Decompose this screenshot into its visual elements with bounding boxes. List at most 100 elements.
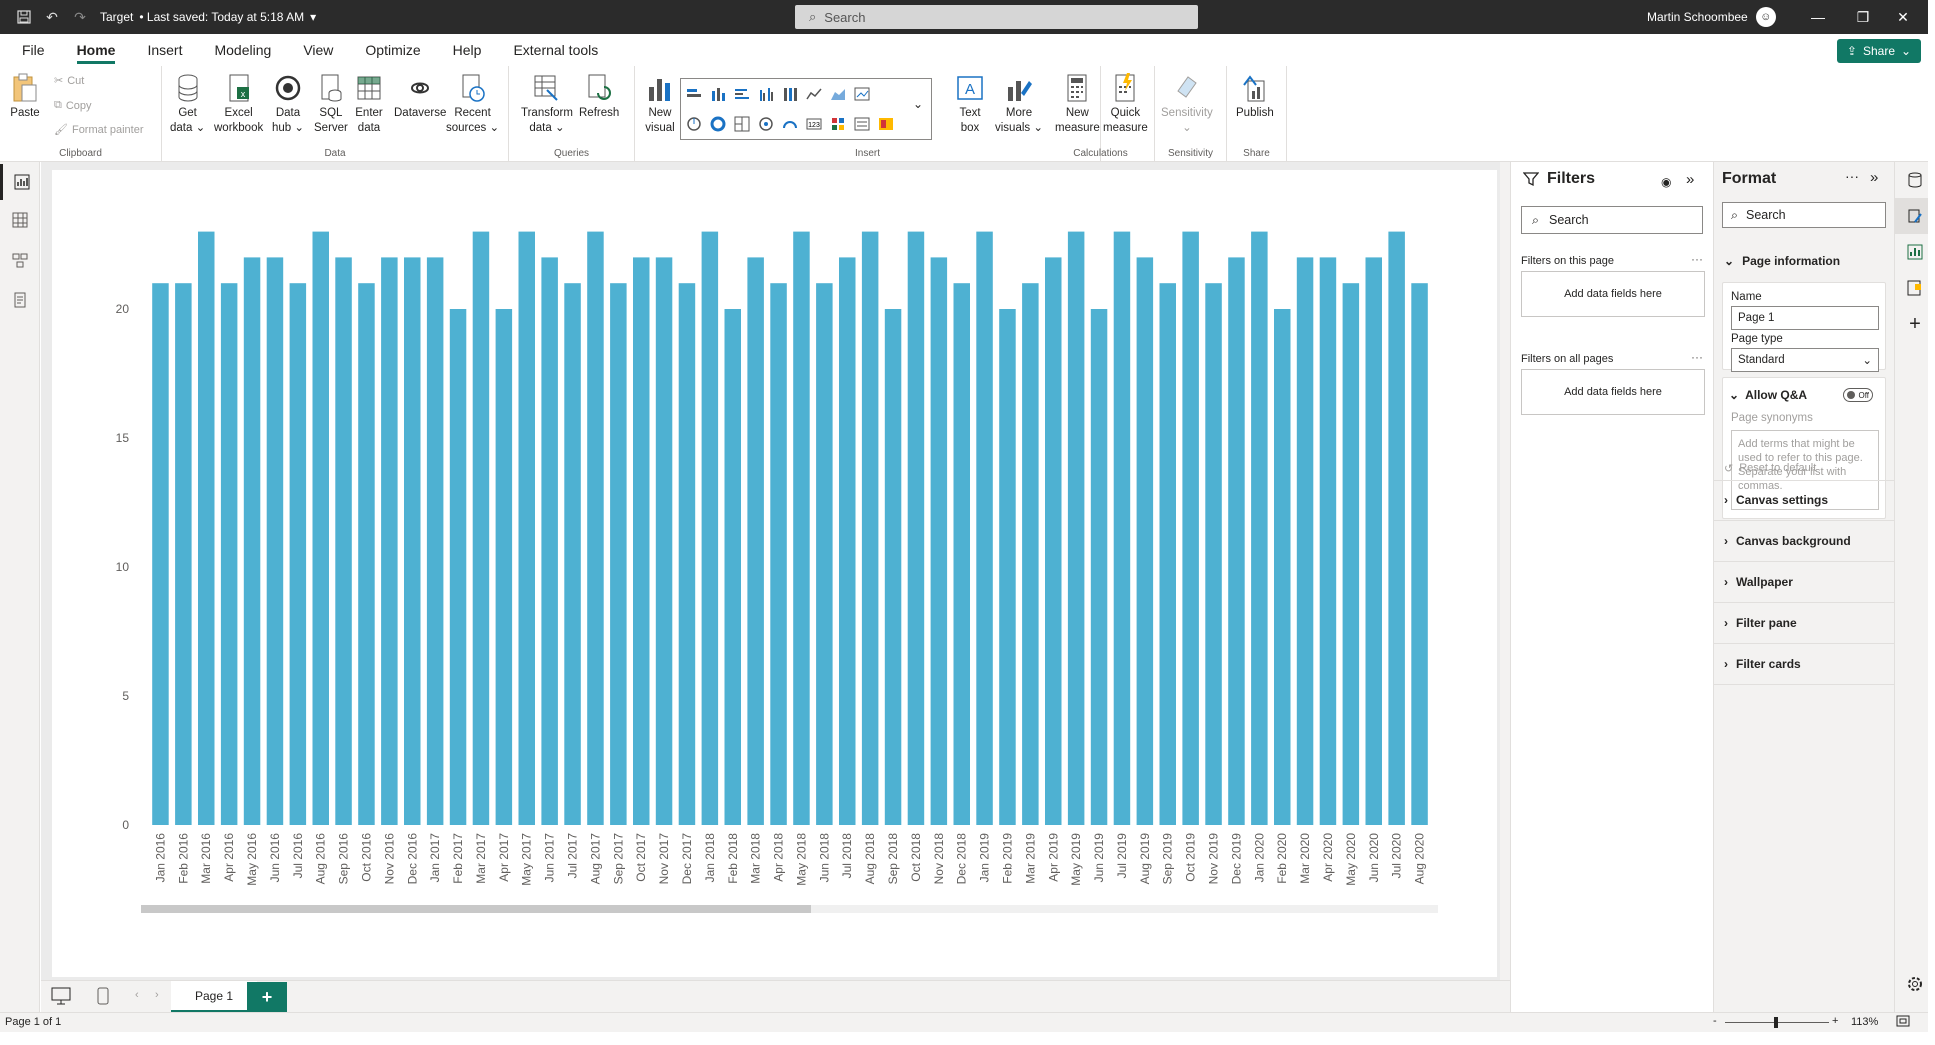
chart-bar[interactable]	[930, 257, 948, 825]
desktop-layout-icon[interactable]	[51, 987, 71, 1008]
chart-bar[interactable]	[1388, 231, 1405, 826]
chart-bar[interactable]	[1136, 257, 1154, 825]
column-chart[interactable]: 0 5 10 15 20 Jan 2016 Feb 2016 Mar 2016 Apr 2016…	[0, 0, 1500, 900]
chart-bar[interactable]	[1022, 283, 1039, 825]
page-type-dropdown[interactable]: Standard ⌄	[1731, 348, 1879, 372]
close-icon[interactable]: ✕	[1880, 0, 1926, 34]
chart-bar[interactable]	[953, 283, 971, 825]
chart-bar[interactable]	[1274, 309, 1291, 825]
page-prev-icon[interactable]: ‹	[135, 989, 139, 1001]
chart-bar[interactable]	[678, 283, 696, 825]
fit-to-page-icon[interactable]	[1896, 1015, 1910, 1030]
chart-bar[interactable]	[1159, 283, 1177, 825]
page-synonyms-label: Page synonyms	[1731, 412, 1813, 424]
x-tick-label: Jun 2018	[817, 833, 831, 883]
more-options-icon[interactable]: ···	[1691, 350, 1703, 364]
page-information-section[interactable]: ⌄ Page information	[1714, 240, 1894, 281]
add-page-button[interactable]: +	[247, 982, 287, 1012]
chart-bar[interactable]	[701, 231, 719, 826]
chart-bar[interactable]	[1342, 283, 1360, 825]
filters-search-input[interactable]: ⌕ Search	[1521, 206, 1703, 234]
page-filter-well[interactable]: Add data fields here	[1521, 271, 1705, 317]
chart-bar[interactable]	[1090, 309, 1108, 825]
chart-bar[interactable]	[884, 309, 902, 825]
chart-bar[interactable]	[335, 257, 352, 825]
chart-bar[interactable]	[312, 231, 330, 826]
chart-bar[interactable]	[724, 309, 742, 825]
filter-pane-section[interactable]: › Filter pane	[1714, 603, 1894, 644]
zoom-out-button[interactable]: -	[1713, 1015, 1717, 1027]
chart-bar[interactable]	[907, 231, 925, 826]
more-options-icon[interactable]: ···	[1845, 168, 1859, 184]
chart-bar[interactable]	[1045, 257, 1062, 825]
page-name-input[interactable]: Page 1	[1731, 306, 1879, 330]
chart-bar[interactable]	[655, 257, 673, 825]
zoom-slider-thumb[interactable]	[1774, 1017, 1778, 1028]
chart-bar[interactable]	[1113, 231, 1131, 826]
reset-to-default-button[interactable]: ↺ Reset to default	[1724, 462, 1816, 475]
chart-bar[interactable]	[633, 257, 650, 825]
chart-bar[interactable]	[1228, 257, 1245, 825]
allow-qa-toggle[interactable]: Off	[1843, 388, 1873, 402]
more-options-icon[interactable]: ···	[1691, 252, 1703, 266]
canvas-settings-section[interactable]: › Canvas settings	[1714, 480, 1894, 521]
allow-qa-header[interactable]: ⌄ Allow Q&A	[1729, 388, 1807, 402]
chart-bar[interactable]	[495, 309, 513, 825]
chart-bar[interactable]	[793, 231, 810, 826]
chart-bar[interactable]	[747, 257, 764, 825]
chart-bar[interactable]	[358, 283, 375, 825]
chart-bar[interactable]	[1251, 231, 1268, 826]
chart-scrollbar-thumb[interactable]	[141, 905, 811, 913]
collapse-filters-icon[interactable]: »	[1686, 171, 1694, 188]
chart-bar[interactable]	[220, 283, 238, 825]
chart-bar[interactable]	[1067, 231, 1085, 826]
wallpaper-section[interactable]: › Wallpaper	[1714, 562, 1894, 603]
chart-bar[interactable]	[243, 257, 261, 825]
chart-bar[interactable]	[426, 257, 444, 825]
chart-bar[interactable]	[999, 309, 1016, 825]
chart-bar[interactable]	[1182, 231, 1199, 826]
mobile-layout-icon[interactable]	[97, 987, 109, 1008]
chart-bar[interactable]	[1411, 283, 1428, 825]
filter-cards-section[interactable]: › Filter cards	[1714, 644, 1894, 685]
chart-bar[interactable]	[175, 283, 192, 825]
chart-bar[interactable]	[198, 231, 215, 826]
chart-bar[interactable]	[1319, 257, 1337, 825]
chart-bar[interactable]	[1205, 283, 1222, 825]
user-account[interactable]: Martin Schoombee ☺	[1647, 0, 1776, 34]
chart-bar[interactable]	[1296, 257, 1314, 825]
chart-bar[interactable]	[1365, 257, 1383, 825]
chart-bar[interactable]	[587, 231, 604, 826]
chart-bar[interactable]	[472, 231, 490, 826]
chart-bar[interactable]	[976, 231, 993, 826]
chart-bar[interactable]	[861, 231, 879, 826]
canvas-vertical-scrollbar[interactable]	[1500, 162, 1510, 980]
chart-bar[interactable]	[541, 257, 558, 825]
zoom-in-button[interactable]: +	[1832, 1015, 1838, 1027]
chart-bar[interactable]	[152, 283, 169, 825]
chart-bar[interactable]	[564, 283, 581, 825]
format-search-input[interactable]: ⌕ Search	[1722, 202, 1886, 228]
all-pages-filter-well[interactable]: Add data fields here	[1521, 369, 1705, 415]
chart-bar[interactable]	[266, 257, 284, 825]
chart-bar[interactable]	[816, 283, 833, 825]
chart-bar[interactable]	[289, 283, 307, 825]
eye-icon[interactable]: ◉	[1661, 175, 1671, 189]
canvas-background-section[interactable]: › Canvas background	[1714, 521, 1894, 562]
x-tick-label: Jul 2016	[291, 833, 305, 879]
filters-on-all-pages-label: Filters on all pages	[1521, 353, 1614, 365]
chart-bar[interactable]	[449, 309, 467, 825]
chart-bar[interactable]	[839, 257, 856, 825]
share-button[interactable]: ⇪ Share ⌄	[1837, 39, 1921, 63]
chart-bar[interactable]	[518, 231, 536, 826]
chart-bar[interactable]	[610, 283, 627, 825]
x-tick-label: Jul 2018	[840, 833, 854, 879]
x-tick-label: May 2017	[520, 833, 534, 886]
chart-bar[interactable]	[770, 283, 787, 825]
collapse-format-icon[interactable]: »	[1870, 169, 1878, 186]
page-next-icon[interactable]: ›	[155, 989, 159, 1001]
chart-bar[interactable]	[404, 257, 421, 825]
chart-bar[interactable]	[381, 257, 398, 825]
minimize-icon[interactable]: —	[1795, 0, 1841, 34]
page-tab-1[interactable]: Page 1	[171, 981, 257, 1013]
